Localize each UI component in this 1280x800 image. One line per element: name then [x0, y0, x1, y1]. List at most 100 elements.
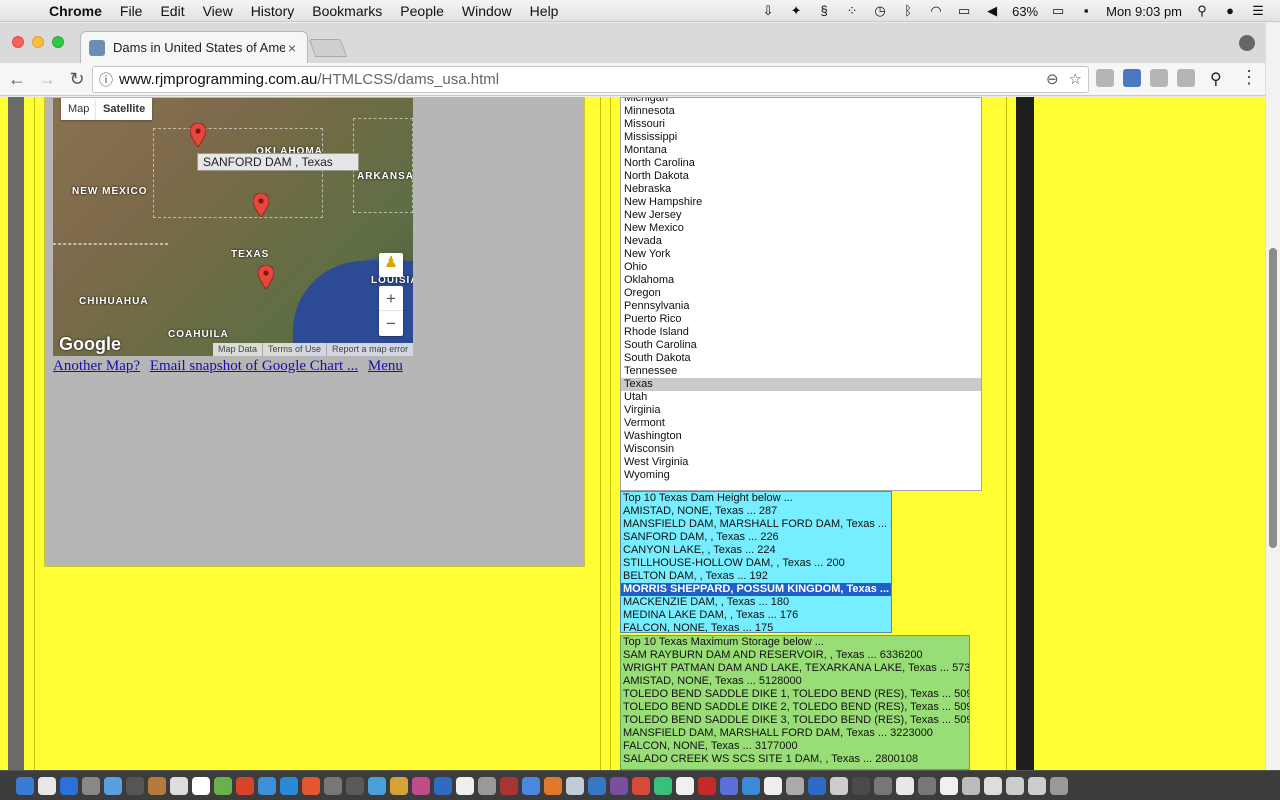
clock[interactable]: Mon 9:03 pm — [1106, 4, 1182, 19]
flag-icon[interactable]: ▪ — [1078, 4, 1094, 18]
forward-icon[interactable]: → — [34, 66, 60, 92]
dock-app-icon[interactable] — [170, 776, 188, 795]
state-option[interactable]: North Carolina — [621, 157, 981, 170]
map-marker-icon[interactable] — [258, 265, 274, 289]
dam-height-option[interactable]: FALCON, NONE, Texas ... 175 — [621, 622, 891, 632]
time-machine-icon[interactable]: ◷ — [872, 4, 888, 18]
dock-app-icon[interactable] — [654, 776, 672, 795]
map-type-satellite-button[interactable]: Satellite — [96, 98, 153, 120]
menu-bookmarks[interactable]: Bookmarks — [303, 3, 391, 19]
street-view-pegman-icon[interactable]: ♟ — [379, 253, 403, 277]
list-header[interactable]: Top 10 Texas Dam Height below ... — [621, 492, 891, 505]
dam-height-option[interactable]: MORRIS SHEPPARD, POSSUM KINGDOM, Texas .… — [621, 583, 891, 596]
zoom-out-button[interactable]: − — [379, 311, 403, 336]
dock-app-icon[interactable] — [786, 776, 804, 795]
menu-people[interactable]: People — [391, 3, 453, 19]
state-option[interactable]: New Jersey — [621, 209, 981, 222]
scrollbar-thumb[interactable] — [1269, 248, 1277, 548]
terms-of-use-link[interactable]: Terms of Use — [263, 343, 328, 356]
menu-view[interactable]: View — [194, 3, 242, 19]
notification-center-icon[interactable]: ☰ — [1250, 4, 1266, 18]
dock-app-icon[interactable] — [60, 776, 78, 795]
spotlight-icon[interactable]: ⚲ — [1194, 4, 1210, 18]
state-option[interactable]: New Hampshire — [621, 196, 981, 209]
chrome-menu-icon[interactable]: ⋮ — [1240, 67, 1258, 88]
wifi-icon[interactable]: ◠ — [928, 4, 944, 18]
dock-app-icon[interactable] — [544, 776, 562, 795]
state-option[interactable]: Nevada — [621, 235, 981, 248]
dock-app-icon[interactable] — [258, 776, 276, 795]
extension-icon[interactable] — [1150, 69, 1168, 87]
map-data-link[interactable]: Map Data — [213, 343, 264, 356]
dock-app-icon[interactable] — [1028, 776, 1046, 795]
tab-active[interactable]: Dams in United States of Ame × — [80, 31, 308, 63]
extension-icon[interactable] — [1177, 69, 1195, 87]
menu-edit[interactable]: Edit — [151, 3, 193, 19]
map-marker-icon[interactable] — [253, 193, 269, 217]
dock-app-icon[interactable] — [456, 776, 474, 795]
dock-app-icon[interactable] — [808, 776, 826, 795]
top-height-list[interactable]: Top 10 Texas Dam Height below ... AMISTAD… — [620, 491, 892, 633]
state-option[interactable]: New Mexico — [621, 222, 981, 235]
dam-storage-option[interactable]: TOLEDO BEND SADDLE DIKE 3, TOLEDO BEND (… — [621, 714, 969, 727]
dock-app-icon[interactable] — [522, 776, 540, 795]
dam-height-option[interactable]: MACKENZIE DAM, , Texas ... 180 — [621, 596, 891, 609]
state-option[interactable]: Montana — [621, 144, 981, 157]
menu-history[interactable]: History — [242, 3, 304, 19]
state-option[interactable]: Vermont — [621, 417, 981, 430]
grid-icon[interactable]: ⁘ — [844, 4, 860, 18]
dock-app-icon[interactable] — [38, 776, 56, 795]
dock-app-icon[interactable] — [940, 776, 958, 795]
dock-app-icon[interactable] — [324, 776, 342, 795]
state-option[interactable]: Virginia — [621, 404, 981, 417]
dock-app-icon[interactable] — [1050, 776, 1068, 795]
dock-app-icon[interactable] — [962, 776, 980, 795]
menu-help[interactable]: Help — [521, 3, 568, 19]
tab-close-icon[interactable]: × — [285, 40, 299, 56]
page-scrollbar[interactable] — [1265, 23, 1280, 770]
dock-app-icon[interactable] — [610, 776, 628, 795]
siri-icon[interactable]: ● — [1222, 4, 1238, 18]
dock-app-icon[interactable] — [676, 776, 694, 795]
state-option[interactable]: Wyoming — [621, 469, 981, 482]
menu-link[interactable]: Menu — [368, 358, 403, 374]
dock-app-icon[interactable] — [720, 776, 738, 795]
state-select-list[interactable]: Michigan Minnesota Missouri Mississippi Mont… — [620, 97, 982, 491]
script-icon[interactable]: § — [816, 4, 832, 18]
state-option[interactable]: Missouri — [621, 118, 981, 131]
dock-app-icon[interactable] — [896, 776, 914, 795]
state-option[interactable]: Mississippi — [621, 131, 981, 144]
zoom-in-button[interactable]: + — [379, 286, 403, 311]
extension-icon[interactable] — [1096, 69, 1114, 87]
dam-height-option[interactable]: STILLHOUSE-HOLLOW DAM, , Texas ... 200 — [621, 557, 891, 570]
address-bar[interactable]: ⓘ www.rjmprogramming.com.au/HTMLCSS/dams… — [92, 66, 1089, 93]
volume-icon[interactable]: ◀ — [984, 4, 1000, 18]
bluetooth-icon[interactable]: ᛒ — [900, 4, 916, 18]
google-map[interactable]: Map Satellite OKLAHOMA NEW MEXICO ARKANS… — [53, 98, 413, 356]
dock-app-icon[interactable] — [632, 776, 650, 795]
dock-app-icon[interactable] — [412, 776, 430, 795]
profile-icon[interactable] — [1239, 35, 1255, 51]
state-option[interactable]: Puerto Rico — [621, 313, 981, 326]
zoom-window-button[interactable] — [52, 36, 64, 48]
dock-app-icon[interactable] — [280, 776, 298, 795]
state-option[interactable]: Minnesota — [621, 105, 981, 118]
state-option[interactable]: New York — [621, 248, 981, 261]
state-option[interactable]: Oregon — [621, 287, 981, 300]
dock-app-icon[interactable] — [852, 776, 870, 795]
dock-app-icon[interactable] — [764, 776, 782, 795]
search-icon[interactable]: ⚲ — [1210, 69, 1222, 89]
dock-app-icon[interactable] — [214, 776, 232, 795]
state-option[interactable]: Ohio — [621, 261, 981, 274]
state-option[interactable]: South Dakota — [621, 352, 981, 365]
state-option[interactable]: Michigan — [621, 98, 981, 105]
dock-app-icon[interactable] — [302, 776, 320, 795]
state-option[interactable]: Wisconsin — [621, 443, 981, 456]
dock-app-icon[interactable] — [830, 776, 848, 795]
top-storage-list[interactable]: Top 10 Texas Maximum Storage below ... SA… — [620, 635, 970, 770]
dock-app-icon[interactable] — [236, 776, 254, 795]
back-icon[interactable]: ← — [4, 66, 30, 92]
reload-icon[interactable]: ↻ — [64, 66, 90, 92]
state-option[interactable]: Texas — [621, 378, 981, 391]
dock-app-icon[interactable] — [698, 776, 716, 795]
